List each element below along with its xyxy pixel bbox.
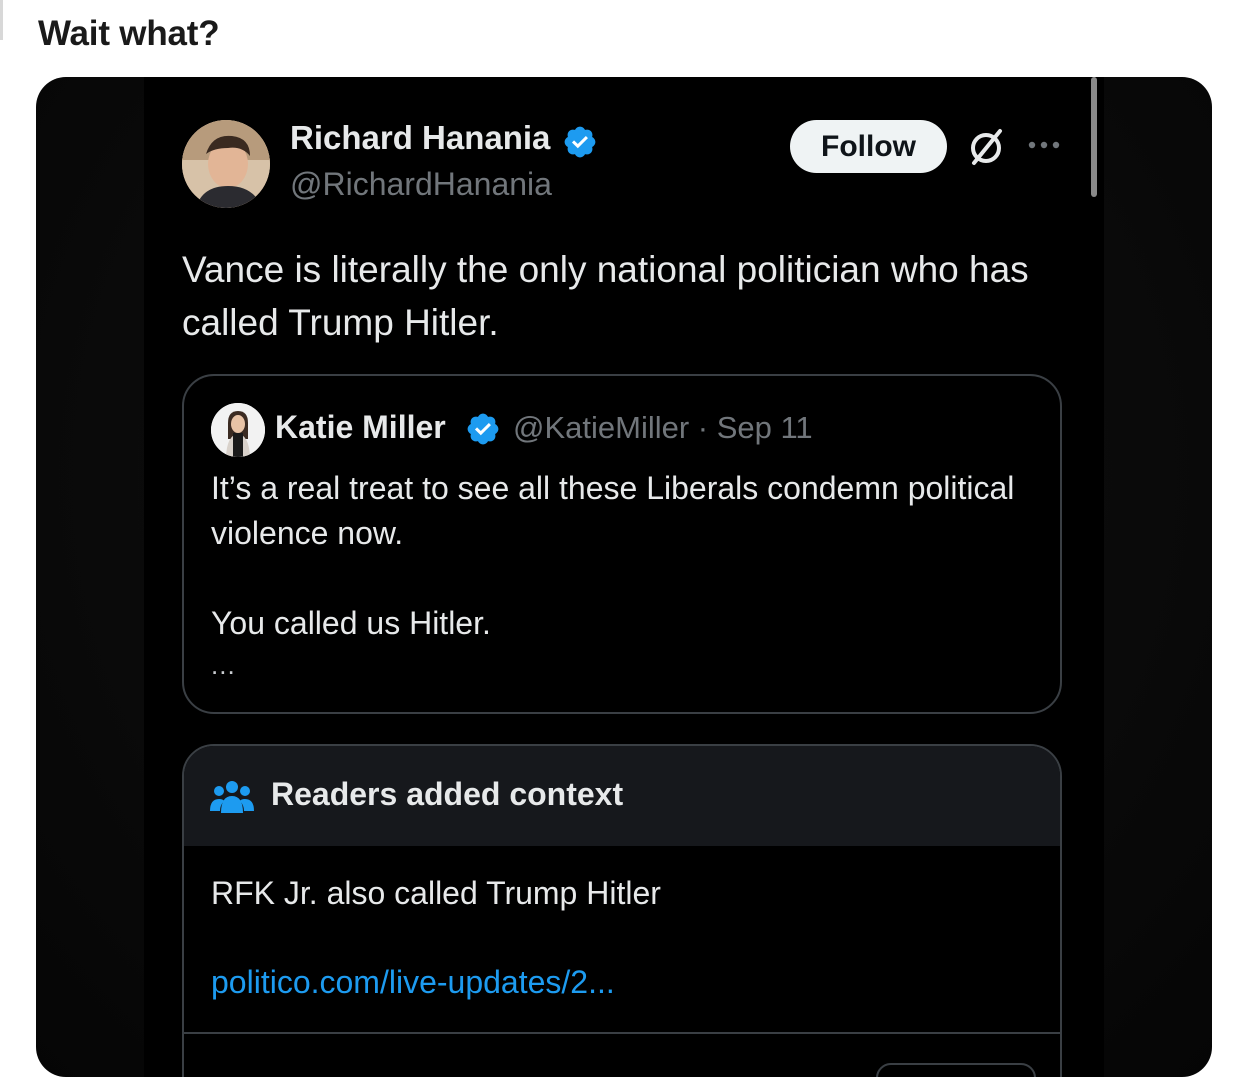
grok-icon[interactable] [966,127,1006,167]
community-note-text: RFK Jr. also called Trump Hitler [211,875,661,911]
quote-paragraph: You called us Hitler. [211,605,491,641]
author-avatar-image [182,120,270,208]
post-title: Wait what? [38,14,220,53]
quote-paragraph: It’s a real treat to see all these Liber… [211,470,1015,551]
tweet-text: Vance is literally the only national pol… [182,249,1029,343]
people-group-icon [210,781,254,813]
verified-badge-icon [564,126,596,158]
quote-truncation-ellipsis: ... [211,650,236,680]
author-name[interactable]: Richard Hanania [290,119,550,157]
scrollbar[interactable] [1091,77,1097,197]
quote-handle-date[interactable]: @KatieMiller · Sep 11 [513,410,813,446]
left-edge-mark [0,0,3,40]
community-note-divider [184,1032,1060,1034]
more-options-icon[interactable] [1026,135,1062,155]
author-avatar[interactable] [182,120,270,208]
author-handle[interactable]: @RichardHanania [290,166,552,203]
community-note-title: Readers added context [271,776,624,812]
verified-badge-icon [467,413,499,445]
community-note-header: Readers added context [184,746,1060,846]
quoted-tweet-card[interactable]: Katie Miller @KatieMiller · Sep 11 It’s … [182,374,1062,714]
screenshot-media[interactable]: Richard Hanania @RichardHanania Follow V… [36,77,1212,1077]
quote-author-avatar-image [211,403,265,457]
quote-author-name[interactable]: Katie Miller [275,409,446,446]
community-note-link[interactable]: politico.com/live-updates/2... [211,964,615,1001]
quote-author-avatar[interactable] [211,403,265,457]
follow-button[interactable]: Follow [790,120,947,173]
quote-text: It’s a real treat to see all these Liber… [211,466,1031,646]
community-note-card[interactable]: Readers added context RFK Jr. also calle… [182,744,1062,1077]
rate-note-button[interactable] [876,1063,1036,1077]
